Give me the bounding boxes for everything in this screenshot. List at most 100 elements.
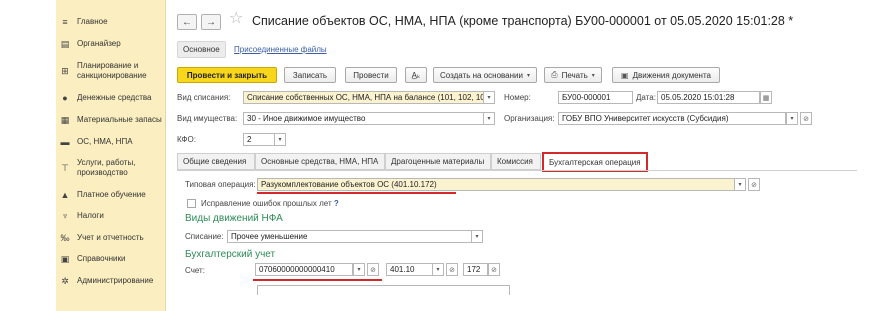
property-type-dropdown[interactable]: ▾ — [483, 112, 495, 125]
document-form: ← → ☆ Списание объектов ОС, НМА, НПА (кр… — [166, 0, 866, 311]
organization-dropdown[interactable]: ▾ — [786, 112, 798, 125]
number-field[interactable]: БУ00-000001 — [558, 91, 633, 104]
sidebar-item-admin[interactable]: ✲ Администрирование — [56, 276, 166, 286]
star-icon[interactable]: ☆ — [229, 11, 243, 27]
tab-commission[interactable]: Комиссия — [491, 153, 541, 170]
highlight-underline — [257, 192, 456, 194]
sidebar-item-taxes[interactable]: ♆ Налоги — [56, 211, 166, 221]
create-based-on-button[interactable]: Создать на основании ▾ — [433, 67, 537, 83]
chevron-down-icon: ▾ — [591, 72, 595, 79]
sidebar: ≡ Главное ▤ Органайзер ⊞ Планирование и … — [56, 0, 166, 311]
tab-general[interactable]: Общие сведения — [177, 153, 255, 170]
accounting-section: Бухгалтерский учет — [185, 249, 276, 260]
next-field-partial[interactable] — [257, 285, 510, 295]
typical-operation-field[interactable]: Разукомплектование объектов ОС (401.10.1… — [257, 178, 735, 191]
sidebar-item-label: Материальные запасы — [77, 115, 162, 124]
arrow-left-icon: ← — [182, 16, 192, 28]
sidebar-item-money[interactable]: ● Денежные средства — [56, 93, 166, 103]
services-icon: ⊤ — [61, 162, 69, 173]
sidebar-item-label: Администрирование — [77, 276, 154, 285]
chevron-down-icon: ▾ — [526, 72, 530, 79]
sidebar-item-organizer[interactable]: ▤ Органайзер — [56, 39, 166, 49]
open-link-icon[interactable]: ⊘ — [367, 263, 379, 276]
print-label: Печать — [561, 70, 588, 80]
sidebar-item-label: Денежные средства — [77, 93, 152, 102]
reference-icon: ▣ — [60, 253, 70, 264]
open-link-icon[interactable]: ⊘ — [446, 263, 458, 276]
chevron-down-icon: ▾ — [738, 182, 742, 188]
dt-kt-button[interactable]: A̲ₖ — [405, 67, 427, 83]
print-button[interactable]: ⎙ Печать ▾ — [544, 67, 602, 83]
sidebar-item-main[interactable]: ≡ Главное — [56, 17, 166, 27]
writeoff-field[interactable]: Прочее уменьшение — [227, 230, 472, 243]
kosgu-field[interactable]: 172 — [463, 263, 488, 276]
document-movements-button[interactable]: ▣ Движения документа — [612, 67, 720, 83]
sidebar-item-planning[interactable]: ⊞ Планирование и санкционирование — [56, 61, 166, 81]
account-label: Счет: — [185, 266, 205, 275]
sidebar-item-reports[interactable]: ‰ Учет и отчетность — [56, 233, 166, 243]
date-field[interactable]: 05.05.2020 15:01:28 — [657, 91, 760, 104]
tab-accounting-operation[interactable]: Бухгалтерская операция — [542, 152, 648, 172]
property-type-field[interactable]: 30 - Иное движимое имущество — [243, 112, 484, 125]
writeoff-dropdown[interactable]: ▾ — [471, 230, 483, 243]
kfo-field[interactable]: 2 — [243, 133, 275, 146]
reports-icon: ‰ — [60, 232, 70, 243]
tab-panel-divider — [177, 170, 857, 171]
nfa-movements-section: Виды движений НФА — [185, 213, 283, 224]
sidebar-item-education[interactable]: ▲ Платное обучение — [56, 190, 166, 200]
sidebar-item-fixed-assets[interactable]: ▬ ОС, НМА, НПА — [56, 137, 166, 147]
kps-dropdown[interactable]: ▾ — [432, 263, 444, 276]
chevron-down-icon: ▾ — [357, 267, 361, 273]
post-button[interactable]: Провести — [345, 67, 397, 83]
movements-label: Движения документа — [632, 70, 711, 80]
sidebar-item-label: Органайзер — [77, 39, 121, 48]
open-link-icon[interactable]: ⊘ — [748, 178, 760, 191]
organization-field[interactable]: ГОБУ ВПО Университет искусств (Субсидия) — [558, 112, 786, 125]
dt-kt-icon: A̲ₖ — [411, 70, 421, 80]
open-link-icon[interactable]: ⊘ — [488, 263, 500, 276]
kps-field[interactable]: 401.10 — [386, 263, 433, 276]
calendar-icon[interactable]: ▦ — [760, 91, 772, 104]
save-button[interactable]: Записать — [284, 67, 336, 83]
tab-fixed-assets[interactable]: Основные средства, НМА, НПА — [255, 153, 385, 170]
kfo-label: КФО: — [177, 135, 196, 144]
tab-precious-materials[interactable]: Драгоценные материалы — [385, 153, 491, 170]
sidebar-item-label: Платное обучение — [77, 190, 146, 199]
writeoff-type-dropdown[interactable]: ▾ — [483, 91, 495, 104]
organizer-icon: ▤ — [60, 38, 70, 49]
sidebar-item-label: Услуги, работы, производство — [77, 158, 136, 177]
sidebar-item-services[interactable]: ⊤ Услуги, работы, производство — [56, 158, 166, 178]
chevron-down-icon: ▾ — [475, 234, 479, 240]
planning-icon: ⊞ — [61, 65, 69, 76]
sidebar-item-reference[interactable]: ▣ Справочники — [56, 254, 166, 264]
sidebar-item-label: ОС, НМА, НПА — [77, 137, 133, 146]
date-label: Дата: — [636, 93, 656, 102]
chevron-down-icon: ▾ — [790, 116, 794, 122]
typical-operation-dropdown[interactable]: ▾ — [734, 178, 746, 191]
account-dropdown[interactable]: ▾ — [353, 263, 365, 276]
writeoff-type-field[interactable]: Списание собственных ОС, НМА, НПА на бал… — [243, 91, 484, 104]
sidebar-item-stock[interactable]: ▦ Материальные запасы — [56, 115, 166, 125]
forward-button[interactable]: → — [201, 14, 221, 30]
help-icon[interactable]: ? — [334, 199, 339, 208]
money-icon: ● — [62, 92, 68, 103]
tab-attached-files[interactable]: Присоединенные файлы — [229, 41, 332, 58]
stock-icon: ▦ — [60, 114, 70, 125]
post-and-close-button[interactable]: Провести и закрыть — [177, 67, 277, 83]
account-field[interactable]: 07060000000000410 — [255, 263, 353, 276]
property-type-label: Вид имущества: — [177, 114, 238, 123]
movements-icon: ▣ — [621, 70, 629, 80]
open-link-icon[interactable]: ⊘ — [800, 112, 812, 125]
typical-operation-label: Типовая операция: — [185, 180, 256, 189]
fix-errors-checkbox[interactable] — [187, 199, 196, 208]
tab-main[interactable]: Основное — [177, 41, 226, 58]
writeoff-type-label: Вид списания: — [177, 93, 231, 102]
fix-errors-text: Исправление ошибок прошлых лет — [201, 199, 332, 208]
sidebar-item-label: Учет и отчетность — [77, 233, 144, 242]
chevron-down-icon: ▾ — [436, 267, 440, 273]
organization-label: Организация: — [504, 114, 555, 123]
create-based-on-label: Создать на основании — [439, 70, 523, 80]
highlight-underline — [253, 279, 382, 281]
kfo-dropdown[interactable]: ▾ — [274, 133, 286, 146]
back-button[interactable]: ← — [177, 14, 197, 30]
